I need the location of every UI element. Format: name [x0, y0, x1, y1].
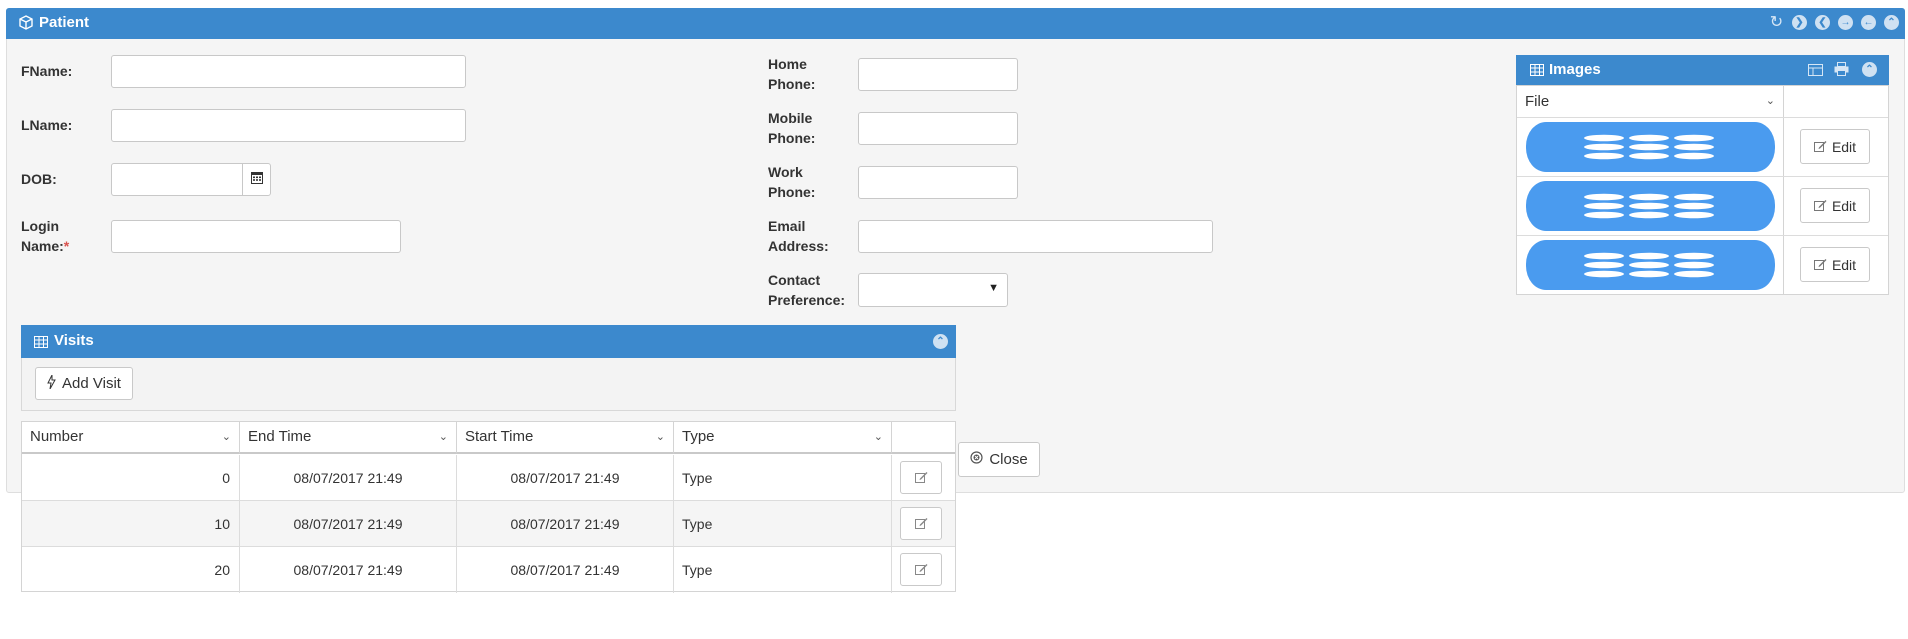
edit-icon [914, 455, 928, 501]
visits-panel-title: Visits [54, 332, 94, 349]
chevron-down-icon: ⌄ [655, 431, 665, 443]
file-column-header[interactable]: File ⌄ [1517, 86, 1784, 117]
close-button[interactable]: Close [958, 442, 1040, 477]
mobile-phone-label-line2: Phone: [768, 130, 816, 146]
chevron-right-circle-icon[interactable]: ❯ [1792, 15, 1807, 30]
visits-panel-header: Visits ⌃ [21, 325, 956, 358]
contact-preference-label-line2: Preference: [768, 292, 846, 308]
start-time-cell: 08/07/2017 21:49 [457, 547, 674, 593]
contact-preference-select[interactable]: ▼ [858, 273, 1008, 307]
collapse-icon[interactable]: ⌃ [1862, 62, 1877, 77]
chevron-down-icon: ⌄ [438, 431, 448, 443]
image-thumbnail[interactable] [1526, 122, 1775, 172]
images-panel-header: Images ⌃ [1516, 55, 1889, 85]
edit-image-button[interactable]: Edit [1800, 188, 1870, 223]
end-time-cell: 08/07/2017 21:49 [240, 501, 457, 547]
patient-panel-title: Patient [39, 14, 90, 31]
login-label-line2: Name:* [21, 238, 70, 254]
column-header-end-time[interactable]: End Time ⌄ [240, 422, 457, 454]
email-label-line2: Address: [768, 238, 829, 254]
edit-icon [1813, 198, 1827, 214]
edit-image-button[interactable]: Edit [1800, 129, 1870, 164]
type-cell: Type [674, 501, 892, 547]
table-icon [34, 335, 48, 352]
calendar-icon [250, 171, 263, 188]
home-phone-label-line1: Home [768, 56, 807, 72]
edit-icon [914, 547, 928, 593]
arrow-left-circle-icon[interactable]: ← [1861, 15, 1876, 30]
add-visit-button[interactable]: Add Visit [35, 367, 133, 400]
lname-input[interactable] [111, 109, 466, 142]
home-phone-label-line2: Phone: [768, 76, 816, 92]
dob-label: DOB: [21, 171, 57, 187]
type-cell: Type [674, 455, 892, 501]
column-header-number[interactable]: Number ⌄ [22, 422, 240, 454]
dropdown-arrow-icon: ▼ [988, 282, 999, 294]
edit-image-button[interactable]: Edit [1800, 247, 1870, 282]
end-time-cell: 08/07/2017 21:49 [240, 455, 457, 501]
home-phone-input[interactable] [858, 58, 1018, 91]
collapse-icon[interactable]: ⌃ [933, 334, 948, 349]
required-marker: * [63, 238, 70, 254]
chevron-up-circle-icon[interactable]: ⌃ [1884, 15, 1899, 30]
column-header-start-time[interactable]: Start Time ⌄ [457, 422, 674, 454]
arrow-right-circle-icon[interactable]: → [1838, 15, 1853, 30]
patient-panel-header: Patient ↻ ❯ ❮ → ← ⌃ [6, 8, 1905, 39]
image-thumbnail[interactable] [1526, 240, 1775, 290]
login-label-line1: Login [21, 218, 60, 234]
close-circle-icon [970, 451, 983, 468]
bolt-icon [47, 374, 56, 393]
edit-visit-button[interactable] [900, 461, 942, 494]
contact-preference-label-line1: Contact [768, 272, 821, 288]
number-cell: 0 [22, 455, 240, 501]
visits-toolbar: Add Visit [21, 358, 956, 411]
image-row: Edit [1517, 235, 1888, 295]
login-name-input[interactable] [111, 220, 401, 253]
email-label-line1: Email [768, 218, 806, 234]
work-phone-label-line2: Phone: [768, 184, 816, 200]
edit-icon [1813, 257, 1827, 273]
type-cell: Type [674, 547, 892, 593]
chevron-down-icon: ⌄ [221, 431, 231, 443]
mobile-phone-input[interactable] [858, 112, 1018, 145]
work-phone-label-line1: Work [768, 164, 803, 180]
chevron-down-icon: ⌄ [1765, 95, 1775, 107]
table-row[interactable]: 10 08/07/2017 21:49 08/07/2017 21:49 Typ… [22, 501, 955, 547]
start-time-cell: 08/07/2017 21:49 [457, 501, 674, 547]
refresh-icon[interactable]: ↻ [1769, 15, 1784, 31]
fname-label: FName: [21, 63, 73, 79]
table-row[interactable]: 20 08/07/2017 21:49 08/07/2017 21:49 Typ… [22, 547, 955, 593]
column-header-actions [892, 422, 955, 454]
email-input[interactable] [858, 220, 1213, 253]
number-cell: 10 [22, 501, 240, 547]
image-thumbnail[interactable] [1526, 181, 1775, 231]
column-header-type[interactable]: Type ⌄ [674, 422, 892, 454]
images-panel-title: Images [1549, 61, 1601, 78]
table-row[interactable]: 0 08/07/2017 21:49 08/07/2017 21:49 Type [22, 455, 955, 501]
work-phone-input[interactable] [858, 166, 1018, 199]
image-row: Edit [1517, 117, 1888, 176]
edit-icon [914, 501, 928, 547]
fname-input[interactable] [111, 55, 466, 88]
start-time-cell: 08/07/2017 21:49 [457, 455, 674, 501]
table-icon [1530, 63, 1544, 80]
calendar-button[interactable] [242, 163, 271, 196]
chevron-down-icon: ⌄ [873, 431, 883, 443]
edit-visit-button[interactable] [900, 553, 942, 586]
image-row: Edit [1517, 176, 1888, 235]
number-cell: 20 [22, 547, 240, 593]
edit-visit-button[interactable] [900, 507, 942, 540]
end-time-cell: 08/07/2017 21:49 [240, 547, 457, 593]
arrow-left-circle-icon[interactable]: ❮ [1815, 15, 1830, 30]
edit-icon [1813, 139, 1827, 155]
mobile-phone-label-line1: Mobile [768, 110, 813, 126]
print-icon[interactable] [1834, 62, 1849, 80]
images-grid: File ⌄ Edit Edit Edit [1516, 85, 1889, 295]
columns-icon[interactable] [1808, 63, 1823, 80]
cube-icon [19, 15, 33, 34]
lname-label: LName: [21, 117, 73, 133]
visits-grid: Number ⌄ End Time ⌄ Start Time ⌄ Type ⌄ 0 08… [21, 421, 956, 593]
dob-input[interactable] [111, 163, 243, 196]
